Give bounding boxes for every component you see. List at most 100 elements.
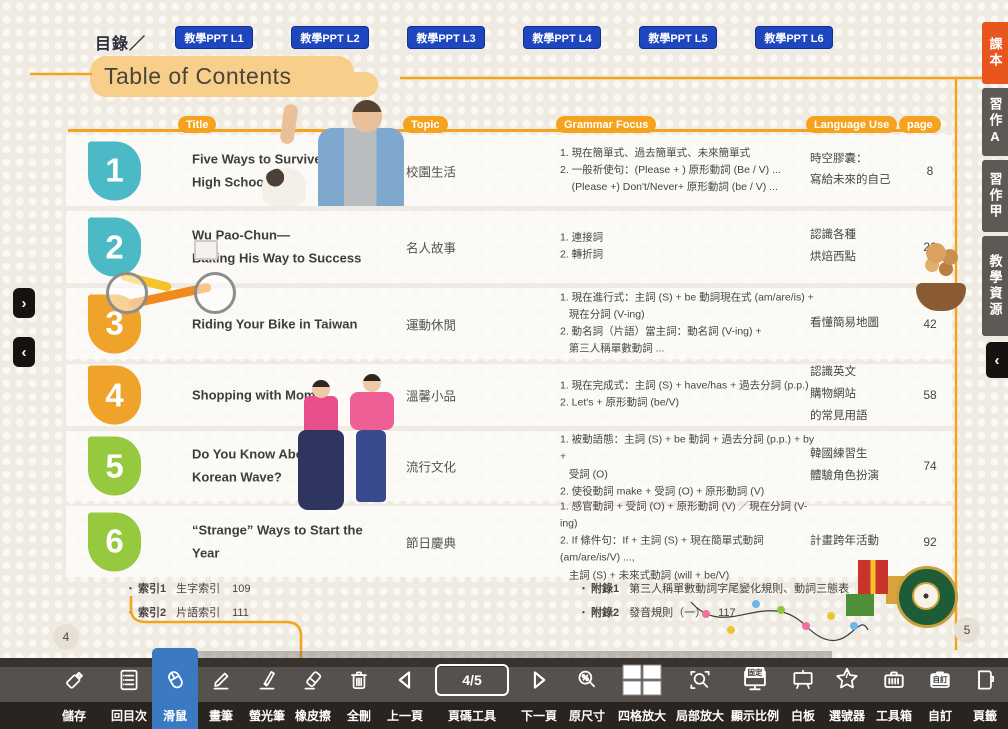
tab-workbook-a[interactable]: 習作A <box>982 88 1008 156</box>
lesson-page-number: 92 <box>902 535 958 549</box>
index-label: 索引2 <box>138 604 166 620</box>
hanbok-jacket <box>304 396 338 430</box>
page-indicator[interactable]: 4/5 <box>435 664 509 696</box>
custom-badge: 自訂 <box>931 674 950 685</box>
index-item-2: ・ 索引2 片語索引 111 <box>125 604 250 620</box>
whiteboard-icon <box>790 658 816 702</box>
lesson-number-badge: 6 <box>88 512 141 571</box>
highlighter-tool-button[interactable]: 螢光筆 <box>244 658 290 729</box>
lesson-page-number: 58 <box>902 388 958 402</box>
ppt-l5-button[interactable]: 教學PPT L5 <box>639 26 717 49</box>
four-grid-zoom-button[interactable]: 四格放大 <box>612 658 672 729</box>
delete-all-button[interactable]: 全刪 <box>336 658 382 729</box>
ppt-l4-button[interactable]: 教學PPT L4 <box>523 26 601 49</box>
four-pane-grid-icon <box>621 658 663 702</box>
next-page-button[interactable]: 下一頁 <box>516 658 562 729</box>
bullet: ・ <box>125 604 136 620</box>
left-page-number: 4 <box>53 624 79 650</box>
index-text: 生字索引 <box>176 580 220 596</box>
new-year-gifts-decoration <box>840 554 962 632</box>
original-size-button[interactable]: 原尺寸 <box>562 658 612 729</box>
ppt-l3-button[interactable]: 教學PPT L3 <box>407 26 485 49</box>
lesson-row-1: 1 Five Ways to Survive High School 校園生活 … <box>66 135 952 206</box>
lesson-number-badge: 5 <box>88 437 141 496</box>
magnifier-brackets-icon <box>687 658 713 702</box>
notebook-tab-icon <box>972 658 998 702</box>
appendix-text: 第三人稱單數動詞字尾變化規則、動詞三態表 <box>629 580 849 596</box>
lesson-topic: 節日慶典 <box>406 532 506 551</box>
index-list: ・ 索引1 生字索引 109 ・ 索引2 片語索引 111 <box>125 580 250 628</box>
lesson-grammar-focus: 1. 連接詞 2. 轉折詞 <box>560 230 822 265</box>
lesson-language-use: 計畫跨年活動 <box>810 531 912 553</box>
number-picker-button[interactable]: 7 選號器 <box>824 658 870 729</box>
mouse-tool-button[interactable]: 滑鼠 <box>152 648 198 729</box>
lesson-title: “Strange” Ways to Start the Year <box>192 518 392 565</box>
toolbox-icon <box>880 658 908 702</box>
hanbok-skirt <box>298 430 344 510</box>
bike-wheel <box>194 272 236 314</box>
tab-workbook-jia[interactable]: 習作甲 <box>982 160 1008 232</box>
bread-basket-photo <box>914 241 970 311</box>
back-to-toc-button[interactable]: 回目次 <box>106 658 152 729</box>
magnifier-percent-icon <box>574 658 600 702</box>
save-button[interactable]: 儲存 <box>42 658 106 729</box>
lesson-topic: 運動休閒 <box>406 314 506 333</box>
bike-basket <box>194 240 218 260</box>
lesson-topic: 名人故事 <box>406 238 506 257</box>
bullet: ・ <box>578 604 589 620</box>
lesson-page-number: 8 <box>902 164 958 178</box>
lesson-grammar-focus: 1. 現在完成式：主詞 (S) + have/has + 過去分詞 (p.p.)… <box>560 378 822 413</box>
left-panel-expand-button[interactable]: › <box>13 288 35 318</box>
lesson-row-5: 5 Do You Know About the Korean Wave? 流行文… <box>66 431 952 501</box>
mouse-icon <box>162 658 188 702</box>
display-ratio-button[interactable]: 固定 顯示比例 <box>728 658 782 729</box>
appendix-list: ・ 附錄1 第三人稱單數動詞字尾變化規則、動詞三態表 112 ・ 附錄2 發音規… <box>578 580 879 628</box>
left-panel-collapse-button[interactable]: ‹ <box>13 337 35 367</box>
partial-zoom-button[interactable]: 局部放大 <box>672 658 728 729</box>
bread <box>926 243 946 263</box>
toolbox-button[interactable]: 工具箱 <box>870 658 918 729</box>
column-header-language-use: Language Use <box>806 116 897 133</box>
lesson-title: Riding Your Bike in Taiwan <box>192 312 392 335</box>
column-header-title: Title <box>178 116 216 133</box>
lesson-topic: 流行文化 <box>406 457 506 476</box>
lesson-topic: 校園生活 <box>406 161 506 180</box>
pencil-icon <box>208 658 234 702</box>
toc-breadcrumb-label: 目錄／ <box>95 30 146 54</box>
tab-textbook[interactable]: 課本 <box>982 22 1008 84</box>
tab-teaching-resources[interactable]: 教學資源 <box>982 236 1008 336</box>
page-tabs-button[interactable]: 頁籤 <box>962 658 1008 729</box>
index-text: 片語索引 <box>176 604 220 620</box>
pen-tool-button[interactable]: 畫筆 <box>198 658 244 729</box>
custom-button[interactable]: 自訂 自訂 <box>918 658 962 729</box>
gift-box <box>858 560 888 594</box>
page-title: Table of Contents <box>90 56 354 97</box>
lesson-grammar-focus: 1. 被動語態：主詞 (S) + be 動詞 + 過去分詞 (p.p.) + b… <box>560 431 822 500</box>
prev-page-button[interactable]: 上一頁 <box>382 658 428 729</box>
ppt-button-row: 教學PPT L1 教學PPT L2 教學PPT L3 教學PPT L4 教學PP… <box>175 26 833 49</box>
hanbok-jacket <box>350 392 394 430</box>
whiteboard-button[interactable]: 白板 <box>782 658 824 729</box>
lesson-row-4: 4 Shopping with Mom 溫馨小品 1. 現在完成式：主詞 (S)… <box>66 364 952 426</box>
lesson-grammar-focus: 1. 感官動詞 + 受詞 (O) + 原形動詞 (V) ／現在分詞 (V-ing… <box>560 498 822 585</box>
bullet: ・ <box>578 580 589 596</box>
appendix-item-2: ・ 附錄2 發音規則（一） 117 <box>578 604 879 620</box>
lesson-number-badge: 1 <box>88 141 141 200</box>
lesson-language-use: 時空膠囊： 寫給未來的自己 <box>810 149 912 193</box>
eraser-tool-button[interactable]: 橡皮擦 <box>290 658 336 729</box>
student-torso <box>318 128 404 206</box>
appendix-label: 附錄2 <box>591 604 619 620</box>
hanbok-couple-photo <box>298 386 398 512</box>
right-panel-collapse-button[interactable]: ‹ <box>986 342 1008 378</box>
page-number-tool-button[interactable]: 4/5 頁碼工具 <box>428 658 516 729</box>
column-header-page: page <box>899 116 941 133</box>
thumbs-up-arm <box>279 103 298 145</box>
page-number-box: 4/5 <box>435 658 509 702</box>
lesson-number-badge: 4 <box>88 366 141 425</box>
picker-number: 7 <box>844 670 850 681</box>
ppt-l1-button[interactable]: 教學PPT L1 <box>175 26 253 49</box>
index-page: 111 <box>232 607 249 619</box>
ppt-l2-button[interactable]: 教學PPT L2 <box>291 26 369 49</box>
ppt-l6-button[interactable]: 教學PPT L6 <box>755 26 833 49</box>
index-item-1: ・ 索引1 生字索引 109 <box>125 580 250 596</box>
